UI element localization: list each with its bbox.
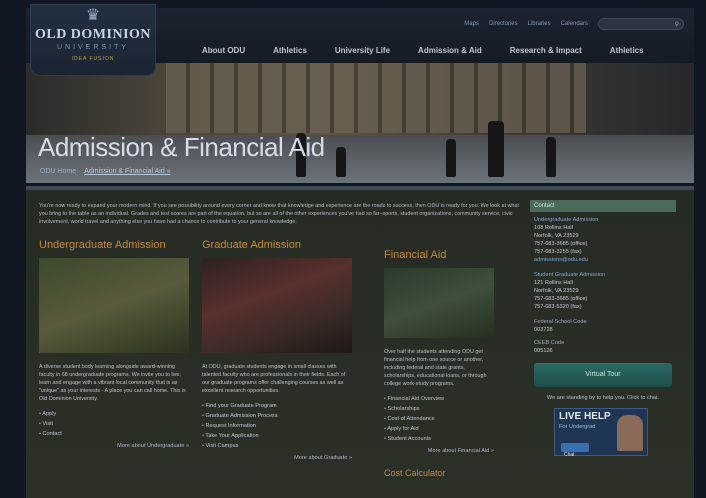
finaid-heading[interactable]: Financial Aid [384, 248, 494, 262]
nav-research[interactable]: Research & Impact [496, 46, 596, 55]
page: Maps Directories Libraries Calendars ⚲ A… [0, 0, 706, 498]
undergrad-contact: Undergraduate Admission 108 Rollins Hall… [534, 216, 672, 264]
agent-avatar [617, 415, 643, 451]
finaid-more-link[interactable]: More about Financial Aid » [384, 448, 494, 454]
breadcrumb-current[interactable]: Admission & Financial Aid » [84, 168, 170, 175]
grad-contact: Student Graduate Admission 121 Rollins H… [534, 271, 672, 311]
phone-line: 757-683-3685 (office) [534, 296, 588, 302]
utility-directories[interactable]: Directories [489, 21, 518, 27]
logo-tagline: IDEA FUSION [71, 56, 115, 62]
list-item[interactable]: Apply for Aid [384, 424, 494, 434]
main-nav: About ODU Athletics University Life Admi… [188, 46, 658, 55]
hero-person [446, 139, 456, 177]
university-logo[interactable]: ♛ OLD DOMINION UNIVERSITY IDEA FUSION [30, 4, 156, 76]
breadcrumb-home[interactable]: ODU Home [40, 168, 76, 175]
address-line: 108 Rollins Hall [534, 225, 573, 231]
list-item[interactable]: Graduate Admission Process [202, 411, 352, 421]
sidebar-heading: Contact [530, 200, 676, 212]
phone-line: 757-683-3685 (office) [534, 241, 588, 247]
ceeb-code-label: CEEB Code [534, 340, 565, 346]
ceeb-code: 005126 [534, 348, 553, 354]
undergrad-text: A diverse student body learning alongsid… [39, 364, 186, 402]
chat-button[interactable]: Chat [561, 443, 589, 458]
list-item[interactable]: Scholarships [384, 404, 494, 414]
virtual-tour-button[interactable]: Virtual Tour [534, 363, 672, 387]
address-line: Norfolk, VA 23529 [534, 233, 579, 239]
chat-note: We are standing by to help you. Click to… [546, 395, 660, 401]
nav-athletics[interactable]: Athletics [259, 46, 321, 55]
undergrad-column: Undergraduate Admission A diverse studen… [39, 238, 189, 449]
email-link[interactable]: admissions@odu.edu [534, 256, 672, 264]
grad-contact-title[interactable]: Student Graduate Admission [534, 271, 672, 279]
intro-text: You're now ready to expand your modern m… [39, 203, 519, 225]
fax-line: 757-683-5320 (fax) [534, 304, 582, 310]
utility-nav: Maps Directories Libraries Calendars ⚲ [464, 18, 684, 30]
list-item[interactable]: Student Accounts [384, 434, 494, 444]
address-line: 121 Rollins Hall [534, 280, 573, 286]
undergrad-more-link[interactable]: More about Undergraduate » [39, 443, 189, 449]
list-item[interactable]: Find your Graduate Program [202, 401, 352, 411]
hero-building [166, 63, 586, 133]
finaid-column: Financial Aid Over half the students att… [384, 248, 494, 480]
school-codes: Federal School Code 003728 CEEB Code 005… [534, 318, 672, 355]
grad-heading[interactable]: Graduate Admission [202, 238, 352, 252]
undergrad-contact-title[interactable]: Undergraduate Admission [534, 216, 672, 224]
list-item[interactable]: Visit [39, 419, 189, 429]
utility-calendars[interactable]: Calendars [561, 21, 588, 27]
nav-admission[interactable]: Admission & Aid [404, 46, 496, 55]
undergrad-heading[interactable]: Undergraduate Admission [39, 238, 189, 252]
undergrad-links: Apply Visit Contact [39, 409, 189, 439]
contact-sidebar: Contact Undergraduate Admission 108 Roll… [530, 200, 676, 458]
hero-person [336, 147, 346, 177]
hero-image [26, 63, 694, 183]
grad-links: Find your Graduate Program Graduate Admi… [202, 401, 352, 451]
finaid-text: Over half the students attending ODU get… [384, 349, 487, 387]
list-item[interactable]: Take Your Application [202, 431, 352, 441]
main-content: You're now ready to expand your modern m… [26, 186, 694, 498]
grad-column: Graduate Admission At ODU, graduate stud… [202, 238, 352, 461]
list-item[interactable]: Visit Campus [202, 441, 352, 451]
breadcrumb: ODU Home Admission & Financial Aid » [40, 168, 171, 175]
list-item[interactable]: Apply [39, 409, 189, 419]
logo-name: OLD DOMINION [34, 27, 152, 42]
list-item[interactable]: Financial Aid Overview [384, 394, 494, 404]
list-item[interactable]: Cost of Attendance [384, 414, 494, 424]
sidebar-body: Undergraduate Admission 108 Rollins Hall… [530, 212, 676, 355]
fax-line: 757-683-3255 (fax) [534, 249, 582, 255]
hero-person [546, 137, 556, 177]
grad-more-link[interactable]: More about Graduate » [202, 455, 352, 461]
nav-about[interactable]: About ODU [188, 46, 259, 55]
utility-libraries[interactable]: Libraries [528, 21, 551, 27]
hero-person [488, 121, 504, 177]
list-item[interactable]: Contact [39, 429, 189, 439]
utility-maps[interactable]: Maps [464, 21, 479, 27]
crown-icon: ♛ [85, 7, 101, 24]
finaid-photo [384, 268, 494, 338]
address-line: Norfolk, VA 23529 [534, 288, 579, 294]
logo-sub: UNIVERSITY [56, 44, 129, 51]
federal-code-label: Federal School Code [534, 319, 587, 325]
nav-university-life[interactable]: University Life [321, 46, 404, 55]
chat-label: Chat [564, 452, 575, 458]
undergrad-photo [39, 258, 189, 353]
page-title: Admission & Financial Aid [38, 132, 325, 162]
nav-athletics-2[interactable]: Athletics [596, 46, 658, 55]
cost-calculator-heading[interactable]: Cost Calculator [384, 466, 494, 480]
grad-photo [202, 258, 352, 353]
grad-text: At ODU, graduate students engage in smal… [202, 364, 346, 394]
federal-code: 003728 [534, 327, 553, 333]
finaid-links: Financial Aid Overview Scholarships Cost… [384, 394, 494, 444]
live-help-widget[interactable]: LIVE HELP For Undergrad Chat [554, 408, 648, 458]
search-icon[interactable]: ⚲ [675, 21, 679, 28]
list-item[interactable]: Request Information [202, 421, 352, 431]
search-input[interactable]: ⚲ [598, 18, 684, 30]
